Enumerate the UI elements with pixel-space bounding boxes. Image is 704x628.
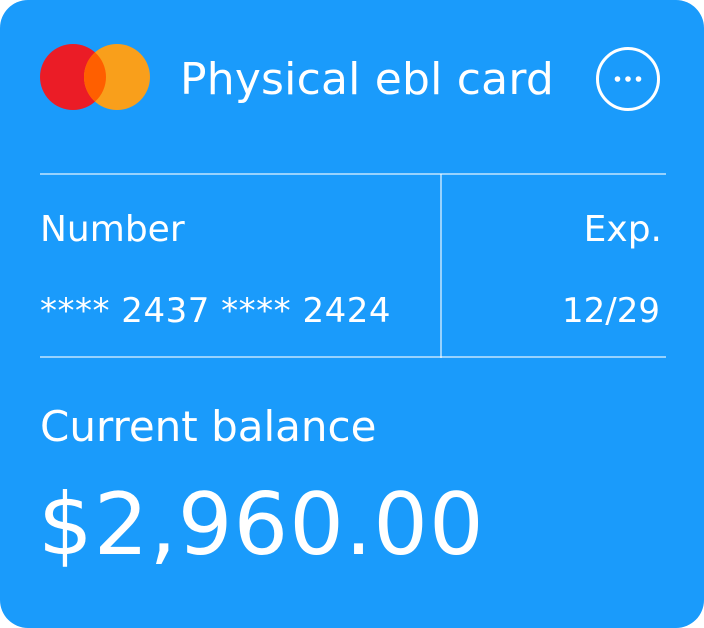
balance-amount: $2,960.00 bbox=[38, 475, 485, 575]
balance-label: Current balance bbox=[40, 402, 377, 451]
payment-card[interactable]: Physical ebl card Number Exp. **** 2437 … bbox=[0, 0, 704, 628]
card-title: Physical ebl card bbox=[180, 54, 554, 105]
card-number-label: Number bbox=[40, 209, 185, 250]
card-number-value: **** 2437 **** 2424 bbox=[40, 291, 391, 331]
more-options-button[interactable] bbox=[596, 47, 660, 111]
expiry-value: 12/29 bbox=[562, 291, 660, 331]
divider-bottom bbox=[40, 356, 666, 358]
mastercard-logo-icon bbox=[40, 44, 150, 110]
divider-vertical bbox=[440, 174, 442, 358]
expiry-label: Exp. bbox=[583, 209, 662, 250]
divider-top bbox=[40, 173, 666, 175]
more-horizontal-icon bbox=[614, 76, 642, 82]
